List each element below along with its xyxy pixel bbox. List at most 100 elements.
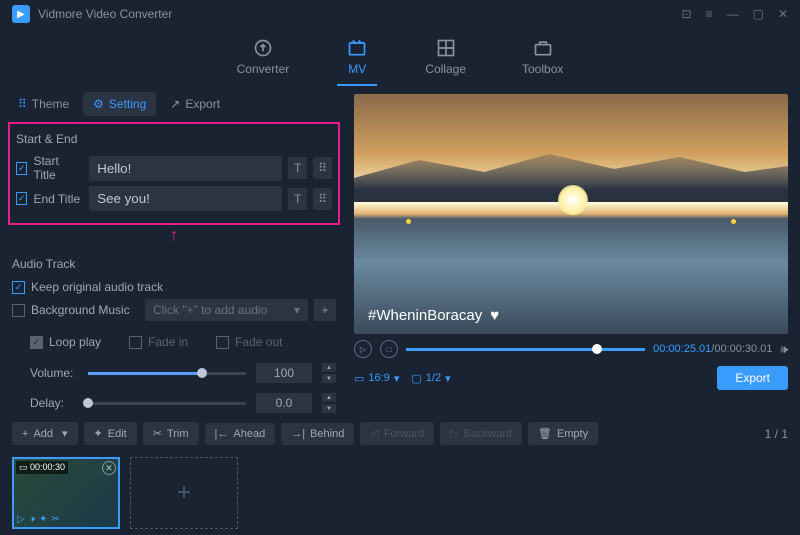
- trash-icon: 🗑: [538, 427, 552, 440]
- keep-audio-checkbox[interactable]: ✓: [12, 281, 25, 294]
- zoom-dropdown[interactable]: ▢1/2▾: [411, 372, 450, 385]
- loop-checkbox[interactable]: ✓: [30, 336, 43, 349]
- chevron-down-icon: ▾: [62, 427, 68, 440]
- tab-collage[interactable]: Collage: [417, 34, 474, 86]
- clip-play-icon[interactable]: ▷: [17, 514, 25, 525]
- start-end-section: Start & End ✓ Start Title T ⠿ ✓ End Titl…: [8, 122, 340, 225]
- wand-icon: ✦: [94, 427, 103, 440]
- add-audio-button[interactable]: +: [314, 299, 336, 321]
- fadein-label: Fade in: [148, 335, 188, 349]
- add-clip-button[interactable]: +: [130, 457, 238, 529]
- volume-up-button[interactable]: ▲: [322, 363, 336, 372]
- volume-slider[interactable]: [88, 372, 246, 375]
- fadein-checkbox[interactable]: ✓: [129, 336, 142, 349]
- tab-converter[interactable]: Converter: [229, 34, 298, 86]
- forward-icon: ◁: [370, 427, 378, 440]
- time-display: 00:00:25.01/00:00:30.01: [653, 343, 772, 355]
- gear-icon: ⚙: [93, 97, 104, 111]
- play-button[interactable]: ▷: [354, 340, 372, 358]
- app-title: Vidmore Video Converter: [38, 7, 682, 21]
- empty-button[interactable]: 🗑Empty: [528, 422, 598, 445]
- bg-music-checkbox[interactable]: ✓: [12, 304, 25, 317]
- backward-button[interactable]: ▷Backward: [440, 422, 522, 445]
- bottom-toolbar: +Add▾ ✦Edit ✂Trim |←Ahead →|Behind ◁Forw…: [0, 416, 800, 451]
- trim-button[interactable]: ✂Trim: [143, 422, 199, 445]
- menu-icon[interactable]: ≡: [706, 7, 713, 21]
- zoom-icon: ▢: [411, 372, 421, 385]
- minimize-icon[interactable]: —: [727, 7, 739, 21]
- color-picker-button[interactable]: ⠿: [313, 157, 332, 179]
- volume-down-button[interactable]: ▼: [322, 374, 336, 383]
- volume-icon[interactable]: 🕪: [780, 342, 788, 357]
- forward-button[interactable]: ◁Forward: [360, 422, 434, 445]
- keep-audio-label: Keep original audio track: [31, 280, 163, 294]
- ahead-button[interactable]: |←Ahead: [205, 423, 276, 445]
- preview-panel: #WheninBoracay♥ ▷ □ 00:00:25.01/00:00:30…: [348, 86, 800, 416]
- loop-label: Loop play: [49, 335, 101, 349]
- delay-label: Delay:: [30, 396, 78, 410]
- subtab-setting[interactable]: ⚙Setting: [83, 92, 156, 116]
- fadeout-label: Fade out: [235, 335, 282, 349]
- delay-down-button[interactable]: ▼: [322, 404, 336, 413]
- stop-button[interactable]: □: [380, 340, 398, 358]
- clip-duration: ▭ 00:00:30: [16, 461, 68, 474]
- edit-button[interactable]: ✦Edit: [84, 422, 137, 445]
- audio-section: Audio Track ✓ Keep original audio track …: [8, 247, 340, 424]
- close-icon[interactable]: ✕: [778, 7, 788, 21]
- fadeout-checkbox[interactable]: ✓: [216, 336, 229, 349]
- chevron-down-icon: ▾: [445, 372, 451, 385]
- backward-icon: ▷: [450, 427, 458, 440]
- scissors-icon: ✂: [153, 427, 162, 440]
- settings-panel: ⠿Theme ⚙Setting ↗Export Start & End ✓ St…: [0, 86, 348, 416]
- add-button[interactable]: +Add▾: [12, 422, 78, 445]
- text-style-button[interactable]: T: [288, 157, 307, 179]
- heart-icon: ♥: [490, 307, 499, 324]
- start-title-label: Start Title: [33, 154, 83, 182]
- toolbox-icon: [531, 38, 555, 58]
- end-title-label: End Title: [33, 192, 83, 206]
- overlay-caption: #WheninBoracay♥: [368, 307, 499, 324]
- tab-toolbox[interactable]: Toolbox: [514, 34, 571, 86]
- feedback-icon[interactable]: ⊡: [682, 7, 692, 21]
- app-logo-icon: ▶: [12, 5, 30, 23]
- end-title-checkbox[interactable]: ✓: [16, 192, 27, 205]
- start-title-checkbox[interactable]: ✓: [16, 162, 27, 175]
- delay-slider[interactable]: [88, 402, 246, 405]
- export-button[interactable]: Export: [717, 366, 788, 390]
- delay-value[interactable]: 0.0: [256, 393, 312, 413]
- end-title-input[interactable]: [89, 186, 282, 211]
- subtab-export[interactable]: ↗Export: [160, 92, 230, 116]
- delay-up-button[interactable]: ▲: [322, 393, 336, 402]
- bg-music-dropdown[interactable]: Click "+" to add audio▾: [145, 299, 308, 321]
- progress-bar[interactable]: [406, 348, 645, 351]
- volume-label: Volume:: [30, 366, 78, 380]
- start-title-input[interactable]: [89, 156, 282, 181]
- video-preview: #WheninBoracay♥: [354, 94, 788, 334]
- ahead-icon: |←: [215, 428, 229, 440]
- aspect-ratio-dropdown[interactable]: ▭16:9▾: [354, 372, 399, 385]
- plus-icon: +: [22, 428, 28, 440]
- clip-effect-icon[interactable]: ✦: [39, 514, 47, 525]
- clip-thumbnail[interactable]: ▭ 00:00:30 ✕ ▷ 🕨 ✦ ✂: [12, 457, 120, 529]
- behind-icon: →|: [291, 428, 305, 440]
- bg-music-label: Background Music: [31, 303, 139, 317]
- section-title: Start & End: [16, 128, 332, 150]
- color-picker-button[interactable]: ⠿: [313, 188, 332, 210]
- maximize-icon[interactable]: ▢: [753, 7, 764, 21]
- collage-icon: [434, 38, 458, 58]
- volume-value[interactable]: 100: [256, 363, 312, 383]
- converter-icon: [251, 38, 275, 58]
- page-info: 1 / 1: [765, 427, 788, 441]
- behind-button[interactable]: →|Behind: [281, 423, 354, 445]
- export-icon: ↗: [170, 97, 180, 111]
- section-title: Audio Track: [12, 253, 336, 275]
- subtab-theme[interactable]: ⠿Theme: [8, 92, 79, 116]
- clip-trim-icon[interactable]: ✂: [51, 514, 59, 525]
- mv-icon: [345, 38, 369, 58]
- text-style-button[interactable]: T: [288, 188, 307, 210]
- titlebar: ▶ Vidmore Video Converter ⊡ ≡ — ▢ ✕: [0, 0, 800, 28]
- clip-remove-button[interactable]: ✕: [102, 461, 116, 475]
- tab-mv[interactable]: MV: [337, 34, 377, 86]
- chevron-down-icon: ▾: [394, 372, 400, 385]
- clip-mute-icon[interactable]: 🕨: [29, 514, 35, 525]
